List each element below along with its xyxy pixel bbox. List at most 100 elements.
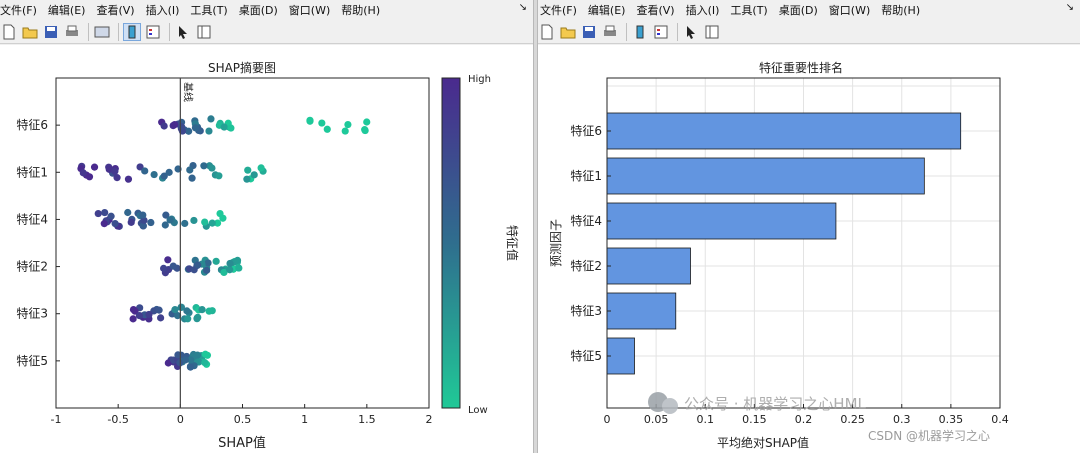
menu-insert[interactable]: 插入(I)	[146, 2, 180, 18]
save-icon[interactable]	[580, 23, 598, 41]
shap-point	[171, 120, 179, 129]
shap-point	[201, 358, 209, 367]
dock-icon[interactable]: ↘	[1066, 2, 1074, 13]
wechat-icon	[662, 398, 678, 414]
shap-point	[129, 305, 138, 314]
y-tick-label: 特征1	[570, 168, 602, 183]
y-axis-label: 预测因子	[549, 219, 563, 267]
shap-point	[145, 310, 153, 319]
legend-icon[interactable]	[144, 23, 162, 41]
chart-title: SHAP摘要图	[208, 60, 276, 75]
importance-bar[interactable]	[606, 337, 635, 375]
menu-file[interactable]: 文件(F)	[0, 2, 37, 18]
menu-tools[interactable]: 工具(T)	[190, 2, 227, 18]
colorbar	[441, 77, 461, 409]
link-plot-icon[interactable]	[93, 23, 111, 41]
shap-summary-chart[interactable]: SHAP摘要图 SHAP值 -1 -0.5 0 0.5 1 1.5 2 特征6 特征1 特征4 特征…	[0, 45, 533, 453]
shap-point	[201, 350, 209, 358]
toolbar-separator	[118, 22, 119, 41]
shap-point	[233, 256, 242, 264]
shap-point	[79, 169, 87, 177]
shap-point	[203, 266, 211, 274]
shap-point	[186, 363, 195, 371]
plot-area: SHAP摘要图 SHAP值 -1 -0.5 0 0.5 1 1.5 2 特征6 特征1 特征4 特征…	[0, 45, 533, 453]
shap-point	[177, 123, 186, 131]
x-tick-label: 0.2	[795, 413, 813, 426]
shap-point	[147, 218, 155, 227]
menu-desktop[interactable]: 桌面(D)	[239, 2, 278, 18]
print-icon[interactable]	[63, 23, 81, 41]
colorbar-icon[interactable]	[631, 23, 649, 41]
shap-point	[215, 172, 223, 180]
y-tick-label: 特征2	[570, 258, 602, 273]
shap-point	[226, 259, 234, 268]
feature-importance-chart[interactable]: 特征重要性排名 0 0.05 0.1 0.15 0.2 0.25 0.3 0.35 0.4 特征6…	[538, 45, 1080, 453]
x-tick-label: 1.5	[358, 413, 376, 426]
print-icon[interactable]	[601, 23, 619, 41]
menu-bar: 文件(F) 编辑(E) 查看(V) 插入(I) 工具(T) 桌面(D) 窗口(W…	[538, 0, 1080, 20]
shap-point	[181, 219, 189, 228]
dock-icon[interactable]: ↘	[519, 2, 527, 13]
x-tick-label: 0.3	[893, 413, 911, 426]
save-icon[interactable]	[42, 23, 60, 41]
shap-point	[201, 218, 209, 226]
menu-tools[interactable]: 工具(T)	[730, 2, 767, 18]
shap-point	[101, 208, 109, 217]
x-tick-label: 2	[426, 413, 433, 426]
shap-point	[165, 168, 173, 176]
menu-desktop[interactable]: 桌面(D)	[779, 2, 818, 18]
toolbar	[538, 20, 1080, 44]
colorbar-icon[interactable]	[123, 22, 141, 41]
menu-edit[interactable]: 编辑(E)	[48, 2, 86, 18]
shap-point	[193, 351, 202, 359]
shap-point	[90, 163, 99, 171]
property-editor-icon[interactable]	[703, 23, 721, 41]
shap-point	[164, 256, 172, 264]
y-tick-label: 特征4	[16, 211, 48, 226]
pointer-icon[interactable]	[682, 23, 700, 41]
shap-point	[227, 124, 235, 132]
shap-point	[111, 167, 119, 175]
y-tick-label: 特征4	[570, 213, 602, 228]
importance-bar[interactable]	[606, 202, 837, 240]
shap-point	[226, 266, 234, 274]
x-tick-label: -0.5	[107, 413, 128, 426]
importance-bar[interactable]	[606, 247, 691, 285]
menu-help[interactable]: 帮助(H)	[341, 2, 380, 18]
shap-point	[198, 306, 206, 314]
shap-point	[100, 220, 108, 228]
new-figure-icon[interactable]	[0, 23, 18, 41]
x-tick-label: 0	[177, 413, 184, 426]
shap-point	[191, 124, 200, 132]
open-folder-icon[interactable]	[21, 23, 39, 41]
menu-view[interactable]: 查看(V)	[636, 2, 674, 18]
property-editor-icon[interactable]	[195, 23, 213, 41]
importance-bar[interactable]	[606, 157, 925, 195]
menu-window[interactable]: 窗口(W)	[829, 2, 870, 18]
menu-window[interactable]: 窗口(W)	[289, 2, 330, 18]
pointer-icon[interactable]	[174, 23, 192, 41]
open-folder-icon[interactable]	[559, 23, 577, 41]
figure-window-feature-importance: 文件(F) 编辑(E) 查看(V) 插入(I) 工具(T) 桌面(D) 窗口(W…	[538, 0, 1080, 453]
shap-point	[141, 167, 149, 175]
importance-bar[interactable]	[606, 292, 677, 330]
shap-point	[193, 315, 201, 323]
shap-point	[216, 209, 224, 218]
menu-edit[interactable]: 编辑(E)	[588, 2, 626, 18]
toolbar	[0, 20, 533, 44]
importance-bar[interactable]	[606, 112, 962, 150]
new-figure-icon[interactable]	[538, 23, 556, 41]
shap-point	[363, 118, 371, 126]
shap-point	[361, 126, 369, 135]
menu-file[interactable]: 文件(F)	[540, 2, 577, 18]
menu-insert[interactable]: 插入(I)	[686, 2, 720, 18]
shap-point	[127, 218, 135, 226]
menu-help[interactable]: 帮助(H)	[881, 2, 920, 18]
menu-view[interactable]: 查看(V)	[96, 2, 134, 18]
shap-point	[113, 174, 121, 182]
legend-icon[interactable]	[652, 23, 670, 41]
shap-point	[250, 171, 258, 179]
watermark-csdn: CSDN @机器学习之心	[868, 428, 990, 443]
x-axis-label: 平均绝对SHAP值	[717, 435, 809, 450]
x-tick-label: 0.15	[742, 413, 767, 426]
